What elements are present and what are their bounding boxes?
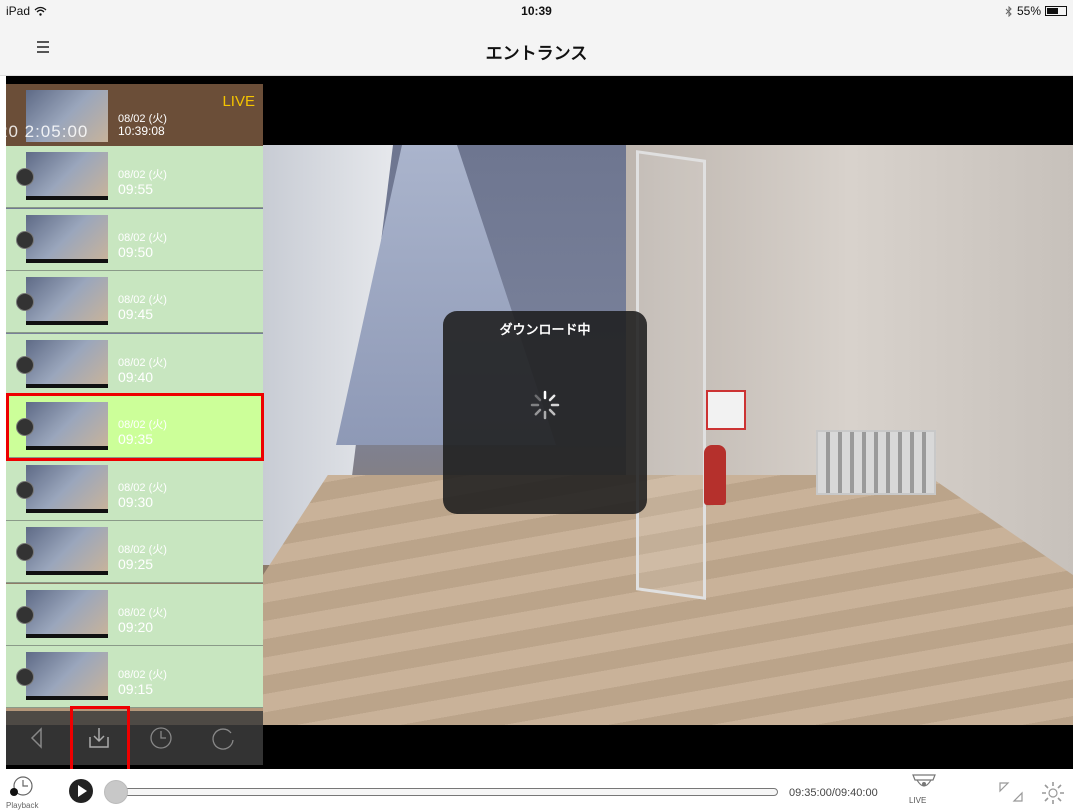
recording-thumbnail <box>26 277 108 325</box>
clock-badge-icon <box>16 355 34 374</box>
status-time: 10:39 <box>521 4 552 18</box>
recording-date: 08/02 (火) <box>118 356 167 369</box>
recording-thumbnail <box>26 152 108 200</box>
clock-badge-icon <box>16 480 34 499</box>
bluetooth-icon <box>1005 5 1012 17</box>
resize-icon <box>999 782 1023 802</box>
recording-list-item[interactable]: 08/02 (火) 09:35 <box>6 396 263 458</box>
recording-list-item[interactable]: 08/02 (火) 09:20 <box>6 583 263 646</box>
recording-thumbnail <box>26 464 108 513</box>
status-bar: iPad 10:39 55% <box>0 0 1073 22</box>
recording-time: 09:35 <box>118 431 154 447</box>
gear-icon <box>1042 782 1064 804</box>
recording-time: 09:55 <box>118 181 154 197</box>
sidebar-toolbar <box>6 711 263 765</box>
playback-bar: Playback 09:35:00/09:40:00 LIVE <box>0 769 1073 812</box>
recording-time: 09:15 <box>118 681 154 697</box>
live-item[interactable]: 20 2:05:00 08/02 (火) 10:39:08 LIVE <box>0 84 263 146</box>
live-time: 10:39:08 <box>118 124 165 138</box>
live-overlay-timestamp: 20 2:05:00 <box>0 122 89 141</box>
clock-badge-icon <box>16 668 34 686</box>
battery-percent: 55% <box>1016 4 1041 18</box>
recording-date: 08/02 (火) <box>118 544 167 556</box>
clock-button[interactable] <box>130 711 192 765</box>
seek-slider[interactable] <box>110 788 778 796</box>
back-icon <box>30 727 42 749</box>
live-button-label: LIVE <box>909 796 927 805</box>
clock-badge-icon <box>16 418 34 436</box>
recording-date: 08/02 (火) <box>118 481 167 494</box>
recording-list-item[interactable]: 08/02 (火) 09:45 <box>6 271 263 333</box>
page-title: エントランス <box>485 44 588 63</box>
fire-extinguisher <box>704 445 726 505</box>
play-button[interactable] <box>69 779 93 803</box>
downloading-overlay: ダウンロード中 <box>443 311 647 514</box>
recording-thumbnail <box>26 339 108 388</box>
fire-sign <box>706 390 746 430</box>
recording-thumbnail <box>26 652 108 700</box>
camera-live-icon <box>912 774 936 787</box>
recording-list-item[interactable]: 08/02 (火) 09:40 <box>6 333 263 396</box>
download-icon <box>89 728 109 748</box>
recording-list-item[interactable]: 08/02 (火) 09:30 <box>6 458 263 521</box>
clock-badge-icon <box>16 230 34 249</box>
recording-time: 09:40 <box>118 368 154 385</box>
recording-list: 20 2:05:00 08/02 (火) 10:39:08 LIVE 08/02… <box>0 76 263 769</box>
app-window: iPad 10:39 55% エントランス 20 2:05:00 08/02 (… <box>0 0 1073 812</box>
recording-time: 09:20 <box>118 618 154 635</box>
clock-badge-icon <box>16 543 34 561</box>
recording-date: 08/02 (火) <box>118 669 167 681</box>
fullscreen-button[interactable] <box>998 781 1024 803</box>
recording-date: 08/02 (火) <box>118 294 167 306</box>
umbrella-rack <box>816 430 936 495</box>
recording-thumbnail <box>26 589 108 638</box>
status-right: 55% <box>1005 4 1067 18</box>
recording-date: 08/02 (火) <box>118 231 167 244</box>
download-button[interactable] <box>68 711 130 765</box>
recording-list-item[interactable]: 08/02 (火) 09:55 <box>6 146 263 208</box>
recording-thumbnail <box>26 402 108 450</box>
recording-thumbnail <box>26 214 108 263</box>
loading-spinner-icon <box>530 390 560 420</box>
recording-date: 08/02 (火) <box>118 419 167 431</box>
recording-time: 09:25 <box>118 556 154 572</box>
downloading-label: ダウンロード中 <box>499 322 591 337</box>
live-button[interactable]: LIVE <box>905 772 945 810</box>
recording-list-item[interactable]: 08/02 (火) 09:50 <box>6 208 263 271</box>
recording-time: 09:30 <box>118 493 154 510</box>
battery-icon <box>1045 6 1067 16</box>
settings-button[interactable] <box>1040 780 1066 806</box>
clock-badge-icon <box>16 605 34 624</box>
recording-thumbnail <box>26 527 108 575</box>
recording-list-item[interactable]: 08/02 (火) 09:15 <box>6 646 263 708</box>
clock-badge-icon <box>16 293 34 311</box>
time-readout: 09:35:00/09:40:00 <box>789 787 878 799</box>
recording-time: 09:45 <box>118 306 154 322</box>
live-label: LIVE <box>222 93 255 110</box>
clock-icon <box>150 727 172 749</box>
recording-date: 08/02 (火) <box>118 606 167 619</box>
refresh-icon <box>212 728 234 750</box>
playback-label: Playback <box>6 801 39 810</box>
refresh-button[interactable] <box>192 711 254 765</box>
seek-slider-thumb[interactable] <box>104 780 128 804</box>
back-button[interactable] <box>6 711 68 765</box>
clock-badge-icon <box>16 168 34 186</box>
playback-mode-button[interactable]: Playback <box>6 775 40 811</box>
navigation-bar: エントランス <box>0 22 1073 76</box>
playback-clock-icon <box>10 776 33 796</box>
recording-time: 09:50 <box>118 243 154 260</box>
recording-list-item[interactable]: 08/02 (火) 09:25 <box>6 521 263 583</box>
recording-date: 08/02 (火) <box>118 169 167 181</box>
